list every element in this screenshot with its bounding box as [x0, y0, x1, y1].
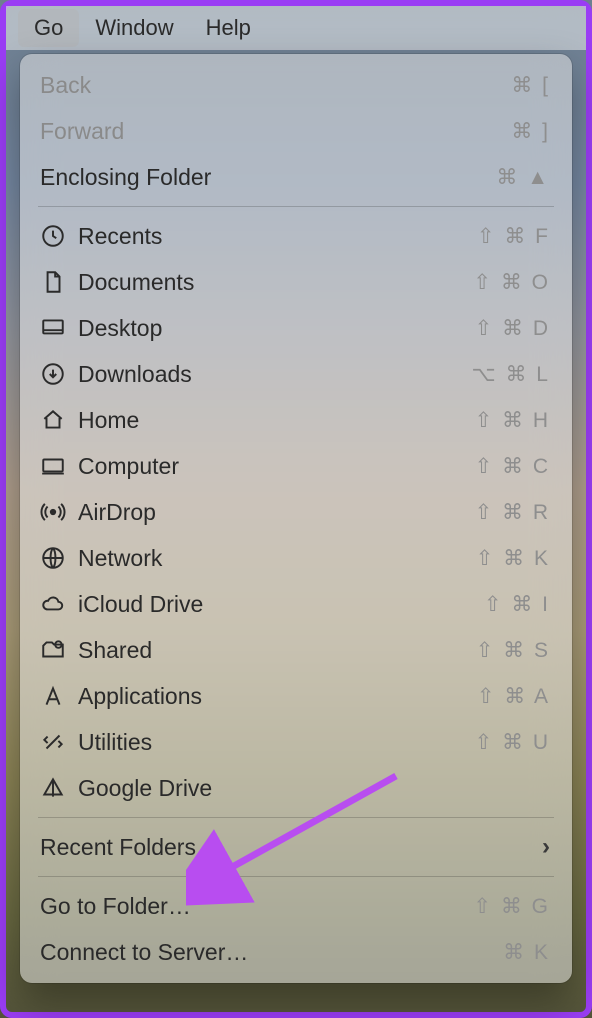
menu-shortcut: ⌘ [ [511, 73, 550, 98]
menu-item-downloads[interactable]: Downloads ⌥ ⌘ L [20, 351, 572, 397]
menu-label: Google Drive [78, 775, 550, 802]
menu-label: Back [40, 72, 511, 99]
menu-item-network[interactable]: Network ⇧ ⌘ K [20, 535, 572, 581]
menu-item-google-drive[interactable]: Google Drive [20, 765, 572, 811]
menubar-item-go[interactable]: Go [18, 9, 79, 47]
go-menu-dropdown: Back ⌘ [ Forward ⌘ ] Enclosing Folder ⌘ … [20, 54, 572, 983]
menu-shortcut: ⇧ ⌘ S [476, 638, 550, 663]
network-icon [40, 545, 78, 571]
menu-item-desktop[interactable]: Desktop ⇧ ⌘ D [20, 305, 572, 351]
menu-item-recent-folders[interactable]: Recent Folders › [20, 824, 572, 870]
menu-shortcut: ⇧ ⌘ D [475, 316, 550, 341]
menu-shortcut: ⇧ ⌘ K [476, 546, 550, 571]
menu-item-back: Back ⌘ [ [20, 62, 572, 108]
menu-item-airdrop[interactable]: AirDrop ⇧ ⌘ R [20, 489, 572, 535]
menu-label: iCloud Drive [78, 591, 484, 618]
menu-shortcut: ⌘ ▲ [496, 165, 550, 190]
menubar-item-window[interactable]: Window [79, 9, 189, 47]
menubar-item-help[interactable]: Help [190, 9, 267, 47]
menu-item-go-to-folder[interactable]: Go to Folder… ⇧ ⌘ G [20, 883, 572, 929]
menu-label: Go to Folder… [40, 893, 473, 920]
menu-shortcut: ⇧ ⌘ A [477, 684, 550, 709]
menu-item-applications[interactable]: Applications ⇧ ⌘ A [20, 673, 572, 719]
menu-label: Home [78, 407, 475, 434]
menu-label: Recents [78, 223, 477, 250]
menu-label: Forward [40, 118, 511, 145]
menu-item-home[interactable]: Home ⇧ ⌘ H [20, 397, 572, 443]
menu-shortcut: ⇧ ⌘ R [475, 500, 550, 525]
desktop-icon [40, 315, 78, 341]
menu-label: Recent Folders [40, 834, 542, 861]
menu-label: Utilities [78, 729, 475, 756]
menu-label: Connect to Server… [40, 939, 503, 966]
menu-shortcut: ⌥ ⌘ L [471, 362, 550, 387]
chevron-right-icon: › [542, 833, 550, 861]
utilities-icon [40, 729, 78, 755]
menu-item-icloud-drive[interactable]: iCloud Drive ⇧ ⌘ I [20, 581, 572, 627]
menubar-window-label: Window [95, 15, 173, 40]
document-icon [40, 269, 78, 295]
menu-shortcut: ⌘ ] [511, 119, 550, 144]
menu-label: Desktop [78, 315, 475, 342]
menu-shortcut: ⇧ ⌘ O [473, 270, 550, 295]
menu-item-documents[interactable]: Documents ⇧ ⌘ O [20, 259, 572, 305]
menu-item-connect-to-server[interactable]: Connect to Server… ⌘ K [20, 929, 572, 975]
clock-icon [40, 223, 78, 249]
menu-item-recents[interactable]: Recents ⇧ ⌘ F [20, 213, 572, 259]
menu-item-utilities[interactable]: Utilities ⇧ ⌘ U [20, 719, 572, 765]
menu-item-computer[interactable]: Computer ⇧ ⌘ C [20, 443, 572, 489]
menubar-help-label: Help [206, 15, 251, 40]
menu-label: Shared [78, 637, 476, 664]
menu-divider [38, 206, 554, 207]
menu-shortcut: ⇧ ⌘ I [484, 592, 550, 617]
menu-shortcut: ⇧ ⌘ C [475, 454, 550, 479]
menu-label: Enclosing Folder [40, 164, 496, 191]
computer-icon [40, 453, 78, 479]
menu-divider [38, 876, 554, 877]
menubar-go-label: Go [34, 15, 63, 40]
menu-label: Network [78, 545, 476, 572]
menubar: Go Window Help [6, 6, 586, 50]
menu-label: Documents [78, 269, 473, 296]
shared-icon [40, 637, 78, 663]
menu-item-shared[interactable]: Shared ⇧ ⌘ S [20, 627, 572, 673]
menu-label: AirDrop [78, 499, 475, 526]
download-icon [40, 361, 78, 387]
menu-item-forward: Forward ⌘ ] [20, 108, 572, 154]
gdrive-icon [40, 775, 78, 801]
menu-item-enclosing-folder[interactable]: Enclosing Folder ⌘ ▲ [20, 154, 572, 200]
airdrop-icon [40, 499, 78, 525]
menu-shortcut: ⇧ ⌘ U [475, 730, 550, 755]
menu-shortcut: ⇧ ⌘ G [473, 894, 550, 919]
menu-shortcut: ⇧ ⌘ F [477, 224, 550, 249]
icloud-icon [40, 591, 78, 617]
home-icon [40, 407, 78, 433]
menu-label: Downloads [78, 361, 471, 388]
menu-shortcut: ⌘ K [503, 940, 550, 965]
menu-shortcut: ⇧ ⌘ H [475, 408, 550, 433]
applications-icon [40, 683, 78, 709]
menu-divider [38, 817, 554, 818]
menu-label: Computer [78, 453, 475, 480]
menu-label: Applications [78, 683, 477, 710]
